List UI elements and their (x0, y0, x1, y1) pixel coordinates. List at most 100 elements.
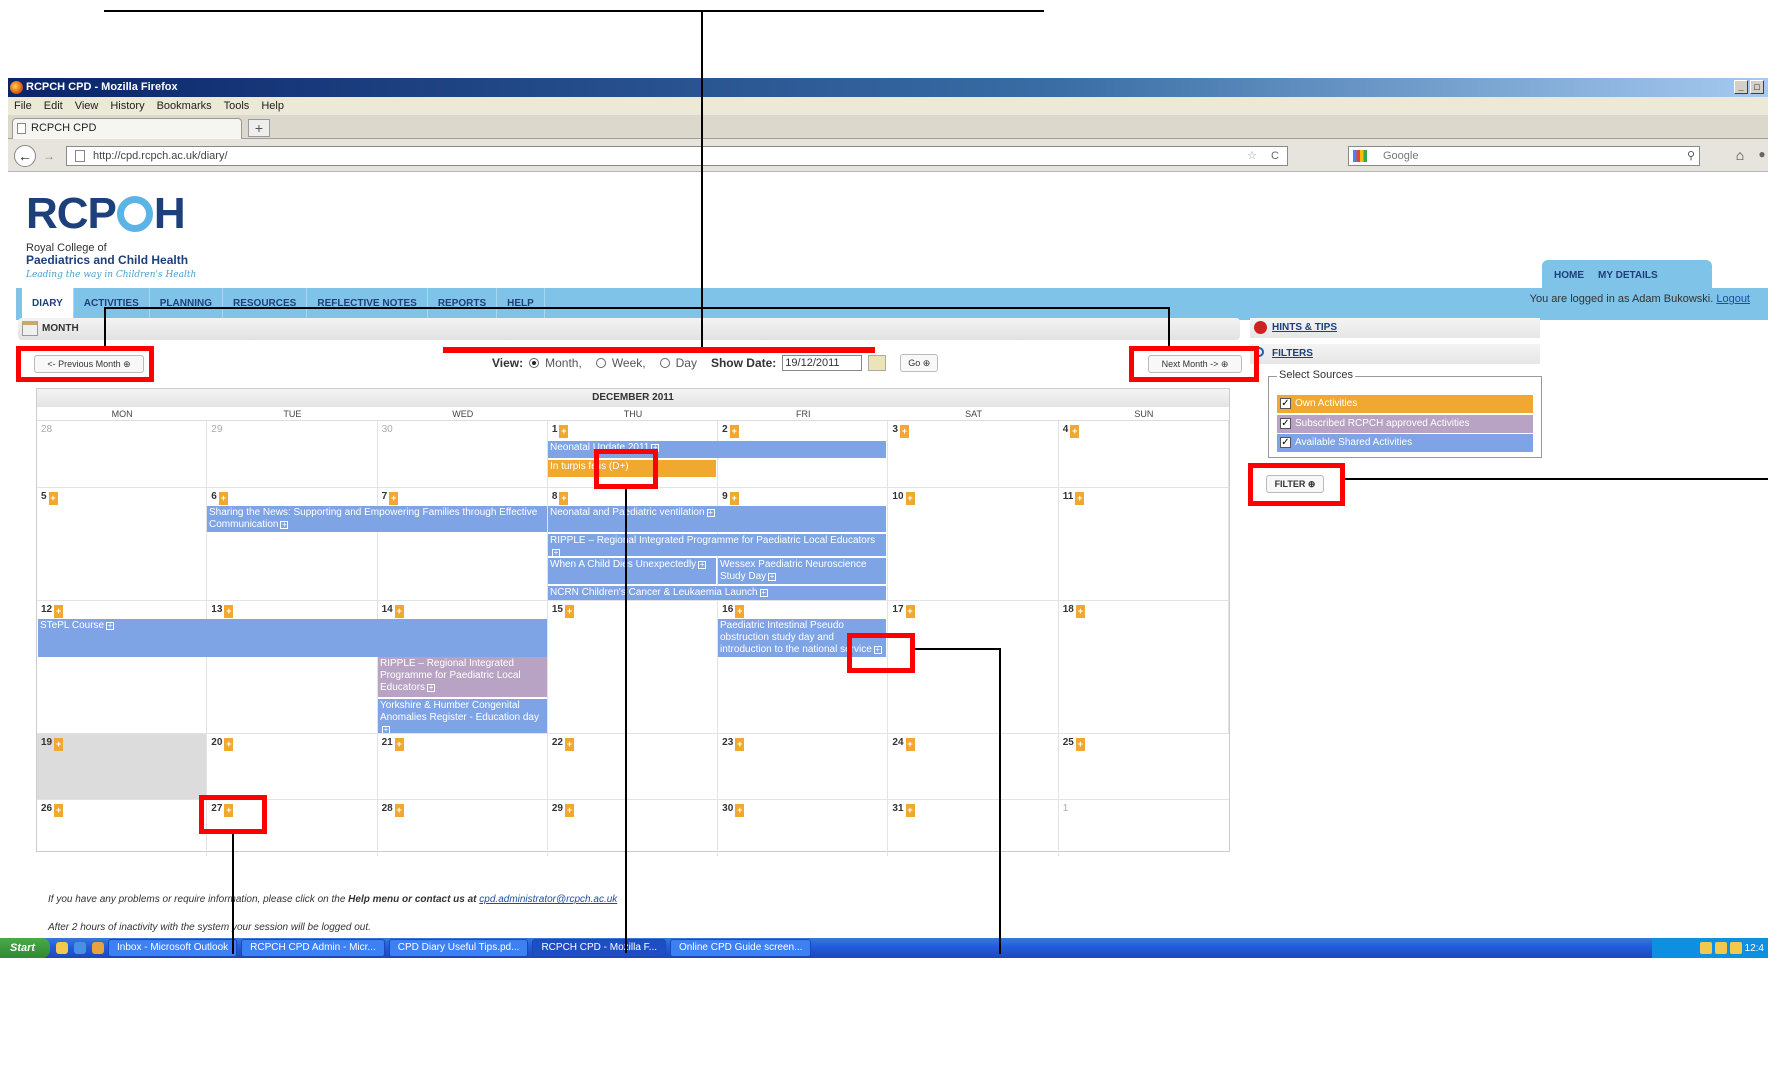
event-yorkshire-anomalies[interactable]: Yorkshire & Humber Congenital Anomalies … (378, 699, 547, 733)
calendar-day[interactable]: 15 + (548, 601, 719, 733)
menu-help[interactable]: Help (261, 97, 284, 115)
task-cpd-tips-pdf[interactable]: CPD Diary Useful Tips.pd... (388, 939, 529, 957)
add-activity-button[interactable]: + (1075, 605, 1085, 618)
add-activity-button[interactable]: + (218, 492, 228, 505)
calendar-day[interactable]: 29 (207, 421, 378, 487)
firefox-quick-icon[interactable] (92, 942, 104, 954)
add-activity-button[interactable]: + (564, 605, 574, 618)
menu-bookmarks[interactable]: Bookmarks (157, 97, 212, 115)
quicklaunch-icon[interactable] (56, 942, 68, 954)
start-button[interactable]: Start (0, 938, 50, 958)
hints-and-tips-link[interactable]: HINTS & TIPS (1250, 318, 1540, 338)
calendar-day[interactable]: 25 + (1059, 734, 1229, 799)
add-activity-button[interactable]: + (735, 804, 745, 817)
source-checkbox[interactable]: ✓ (1280, 418, 1291, 429)
back-button[interactable]: ← (14, 145, 36, 167)
tray-icon[interactable] (1699, 942, 1712, 954)
search-box[interactable]: Google ⚲ (1348, 146, 1700, 166)
event-ncrn-launch[interactable]: NCRN Children's Cancer & Leukaemia Launc… (548, 586, 886, 600)
event-ripple-subscribed[interactable]: RIPPLE – Regional Integrated Programme f… (378, 657, 547, 697)
calendar-day[interactable]: 6 + (207, 488, 378, 600)
task-rcpch-firefox[interactable]: RCPCH CPD - Mozilla F... (532, 939, 667, 957)
add-activity-button[interactable]: + (564, 738, 574, 751)
calendar-day[interactable]: 28 (37, 421, 208, 487)
add-activity-button[interactable]: + (559, 425, 569, 438)
add-activity-button[interactable]: + (1070, 425, 1080, 438)
expand-icon[interactable]: + (280, 521, 289, 529)
add-activity-button[interactable]: + (729, 492, 739, 505)
calendar-day[interactable]: 3 + (888, 421, 1059, 487)
event-sharing-the-news[interactable]: Sharing the News: Supporting and Empower… (207, 506, 547, 532)
add-activity-button[interactable]: + (389, 492, 399, 505)
home-icon[interactable]: ⌂ (1730, 147, 1750, 165)
add-activity-button[interactable]: + (905, 804, 915, 817)
calendar-day[interactable]: 26 + (37, 800, 208, 856)
add-activity-button[interactable]: + (394, 804, 404, 817)
add-activity-button[interactable]: + (905, 605, 915, 618)
source-own-activities[interactable]: ✓ Own Activities (1277, 395, 1533, 413)
add-activity-button[interactable]: + (394, 605, 404, 618)
expand-icon[interactable]: + (706, 509, 715, 517)
add-activity-button[interactable]: + (564, 804, 574, 817)
nav-activities[interactable]: ACTIVITIES (74, 288, 150, 320)
url-bar[interactable]: http://cpd.rcpch.ac.uk/diary/ ☆ C (66, 146, 1288, 166)
source-shared-activities[interactable]: ✓ Available Shared Activities (1277, 434, 1533, 452)
event-child-dies-unexpectedly[interactable]: When A Child Dies Unexpectedly + (548, 558, 716, 584)
calendar-day[interactable]: 23 + (718, 734, 889, 799)
rcpch-logo[interactable]: RCP H Royal College of Paediatrics and Ch… (26, 192, 196, 281)
minimize-button[interactable]: _ (1734, 80, 1748, 94)
add-activity-button[interactable]: + (905, 492, 915, 505)
event-ripple[interactable]: RIPPLE – Regional Integrated Programme f… (548, 534, 886, 556)
go-button[interactable]: Go ⊕ (900, 354, 939, 372)
admin-email-link[interactable]: cpd.administrator@rcpch.ac.uk (479, 894, 617, 905)
calendar-day[interactable]: 11 + (1059, 488, 1229, 600)
add-activity-button[interactable]: + (905, 738, 915, 751)
view-week-radio[interactable] (595, 358, 606, 368)
ie-icon[interactable] (74, 942, 86, 954)
logout-link[interactable]: Logout (1716, 293, 1750, 305)
calendar-day[interactable]: 4 + (1059, 421, 1229, 487)
add-activity-button[interactable]: + (899, 425, 909, 438)
calendar-day[interactable]: 5 + (37, 488, 208, 600)
event-stepl-course[interactable]: STePL Course + (38, 619, 547, 657)
add-activity-button[interactable]: + (224, 605, 234, 618)
calendar-day[interactable]: 20 + (207, 734, 378, 799)
filters-link[interactable]: FILTERS (1250, 344, 1540, 364)
nav-reflective-notes[interactable]: REFLECTIVE NOTES (307, 288, 428, 320)
nav-planning[interactable]: PLANNING (150, 288, 223, 320)
expand-icon[interactable]: + (759, 589, 768, 597)
calendar-day-selected[interactable]: 19 + (37, 734, 208, 799)
tray-icon[interactable] (1714, 942, 1727, 954)
new-tab-button[interactable]: + (248, 119, 270, 137)
source-subscribed-activities[interactable]: ✓ Subscribed RCPCH approved Activities (1277, 415, 1533, 433)
add-activity-button[interactable]: + (48, 492, 58, 505)
menu-tools[interactable]: Tools (224, 97, 250, 115)
calendar-day[interactable]: 7 + (378, 488, 548, 600)
add-activity-button[interactable]: + (54, 804, 64, 817)
task-cpd-admin[interactable]: RCPCH CPD Admin - Micr... (241, 939, 385, 957)
view-month-radio[interactable] (529, 358, 540, 368)
menu-edit[interactable]: Edit (44, 97, 63, 115)
calendar-day[interactable]: 10 + (888, 488, 1059, 600)
addon-icon[interactable]: ● (1754, 147, 1768, 165)
add-activity-button[interactable]: + (54, 605, 64, 618)
add-activity-button[interactable]: + (54, 738, 64, 751)
calendar-day[interactable]: 21 + (378, 734, 548, 799)
task-outlook[interactable]: Inbox - Microsoft Outlook (108, 939, 238, 957)
nav-resources[interactable]: RESOURCES (223, 288, 308, 320)
source-checkbox[interactable]: ✓ (1280, 398, 1291, 409)
calendar-day[interactable]: 18 + (1059, 601, 1229, 733)
nav-reports[interactable]: REPORTS (428, 288, 498, 320)
calendar-day[interactable]: 31 + (888, 800, 1059, 856)
menu-history[interactable]: History (110, 97, 144, 115)
menu-view[interactable]: View (75, 97, 99, 115)
add-activity-button[interactable]: + (735, 738, 745, 751)
calendar-day[interactable]: 30 (378, 421, 548, 487)
nav-diary[interactable]: DIARY (22, 288, 74, 320)
expand-icon[interactable]: + (106, 622, 115, 630)
show-date-input[interactable]: 19/12/2011 (782, 355, 863, 371)
nav-help[interactable]: HELP (497, 288, 545, 320)
calendar-day[interactable]: 22 + (548, 734, 719, 799)
add-activity-button[interactable]: + (559, 492, 569, 505)
reload-icon[interactable]: C (1271, 147, 1279, 165)
